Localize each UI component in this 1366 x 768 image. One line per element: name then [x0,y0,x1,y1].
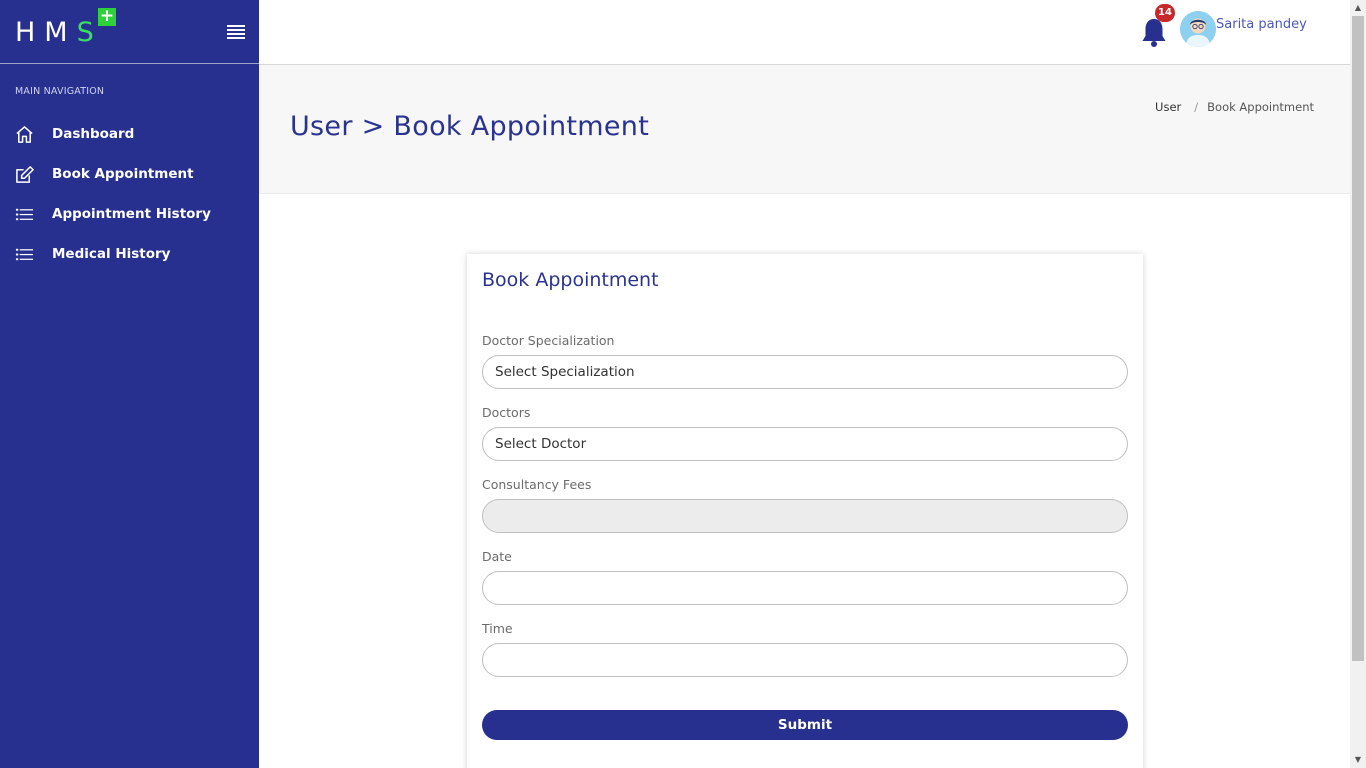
sidebar-item-label: Appointment History [52,206,211,222]
breadcrumb-item-current: Book Appointment [1207,100,1314,114]
sidebar-item-medical-history[interactable]: Medical History [0,234,259,274]
logo[interactable]: HMS [15,17,103,48]
time-label: Time [482,621,513,636]
specialization-label: Doctor Specialization [482,333,615,348]
hamburger-line [227,37,245,39]
avatar[interactable] [1180,11,1216,47]
breadcrumb: User / Book Appointment [1155,100,1314,114]
hamburger-line [227,29,245,31]
notification-badge: 14 [1155,4,1175,22]
fees-label: Consultancy Fees [482,477,592,492]
sidebar-item-book-appointment[interactable]: Book Appointment [0,154,259,194]
scroll-up-arrow-icon[interactable]: ▲ [1350,0,1366,16]
breadcrumb-separator: / [1194,100,1199,114]
time-field[interactable] [482,643,1128,677]
scrollbar-thumb[interactable] [1352,16,1364,661]
sidebar-item-label: Medical History [52,246,171,262]
logo-plus-icon: + [98,6,116,26]
edit-icon [14,164,34,184]
nav-heading: MAIN NAVIGATION [15,86,105,97]
user-name[interactable]: Sarita pandey [1216,17,1307,32]
page-header: User > Book Appointment User / Book Appoin… [259,65,1350,194]
page-title: User > Book Appointment [290,111,650,142]
list-icon [14,204,34,224]
list-icon [14,244,34,264]
scroll-down-arrow-icon[interactable]: ▼ [1350,752,1366,768]
fees-field [482,499,1128,533]
menu-toggle-button[interactable] [227,25,245,39]
brand-bar: HMS + [0,0,259,64]
submit-button[interactable]: Submit [482,710,1128,740]
sidebar-nav: Dashboard Book Appointment Appointment H… [0,114,259,274]
sidebar-item-label: Book Appointment [52,166,194,182]
date-field[interactable] [482,571,1128,605]
home-icon [14,124,34,144]
specialization-select[interactable]: Select Specialization [482,355,1128,389]
sidebar-item-label: Dashboard [52,126,135,142]
sidebar: HMS + MAIN NAVIGATION Dashboard Book App… [0,0,259,768]
topbar: 14 Sarita pandey [259,0,1350,65]
book-appointment-card: Book Appointment Doctor Specialization S… [467,254,1143,768]
doctors-label: Doctors [482,405,531,420]
hamburger-line [227,25,245,27]
scrollbar[interactable]: ▲ ▼ [1350,0,1366,768]
hamburger-line [227,33,245,35]
sidebar-item-appointment-history[interactable]: Appointment History [0,194,259,234]
sidebar-item-dashboard[interactable]: Dashboard [0,114,259,154]
breadcrumb-item-user[interactable]: User [1155,100,1181,114]
doctor-select[interactable]: Select Doctor [482,427,1128,461]
date-label: Date [482,549,512,564]
logo-text: HM [15,17,77,48]
card-title: Book Appointment [482,269,659,291]
